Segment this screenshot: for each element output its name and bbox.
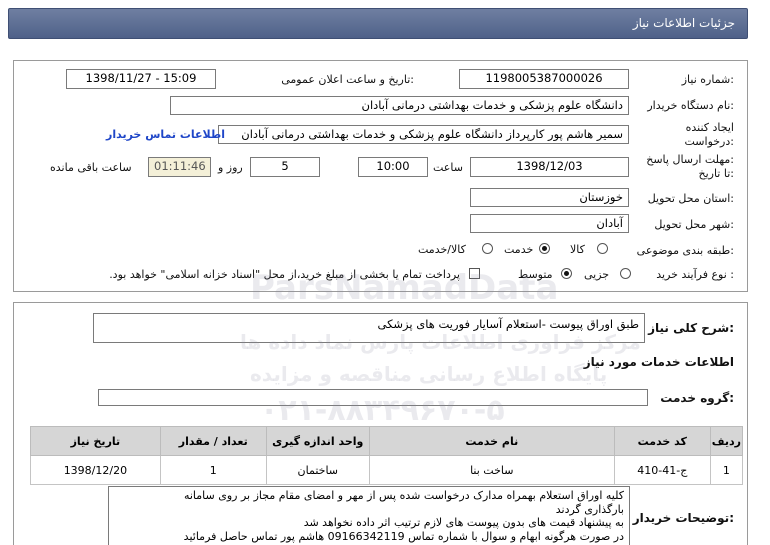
category-option-goods: کالا <box>570 243 585 256</box>
col-row-number: ردیف <box>709 426 744 456</box>
buyer-label: نام دستگاه خریدار: <box>647 99 734 112</box>
col-quantity: تعداد / مقدار <box>159 426 267 456</box>
services-table: ردیف کد خدمت نام خدمت واحد اندازه گیری ت… <box>30 426 744 485</box>
process-label: نوع فرآیند خرید : <box>656 268 734 281</box>
col-service-name: نام خدمت <box>368 426 615 456</box>
cell-quantity: 1 <box>159 455 267 485</box>
days-field: 5 <box>250 157 320 177</box>
cell-service-name: ساخت بنا <box>368 455 615 485</box>
remaining-time-field: 01:11:46 <box>148 157 211 177</box>
service-group-label: گروه خدمت: <box>660 391 734 405</box>
buyer-notes-line: بارگذاری گردند <box>555 502 624 516</box>
table-row: 1 ج-41-410 ساخت بنا ساختمان 1 1398/12/20 <box>30 455 744 485</box>
category-label: طبقه بندی موضوعی: <box>636 244 734 257</box>
cell-need-date: 1398/12/20 <box>30 455 161 485</box>
page-title: جزئیات اطلاعات نیاز <box>632 16 735 30</box>
service-group-field <box>98 389 648 406</box>
category-option-goods-service: کالا/خدمت <box>418 243 466 256</box>
contact-info-link[interactable]: اطلاعات تماس خریدار <box>106 128 225 141</box>
announce-field: 1398/11/27 - 15:09 <box>66 69 216 89</box>
province-field: خوزستان <box>470 188 629 207</box>
need-number-field: 1198005387000026 <box>459 69 629 89</box>
remaining-label: ساعت باقی مانده <box>50 161 132 174</box>
col-service-code: کد خدمت <box>613 426 711 456</box>
province-label: استان محل تحویل: <box>647 192 734 205</box>
city-field: آبادان <box>470 214 629 233</box>
creator-field: سمیر هاشم پور کارپرداز دانشگاه علوم پزشک… <box>218 125 629 144</box>
process-option-minor: جزیی <box>584 268 610 281</box>
col-need-date: تاریخ نیاز <box>30 426 161 456</box>
category-radio-goods-service[interactable] <box>482 243 493 254</box>
category-radio-service[interactable] <box>539 243 550 254</box>
buyer-notes-line: به پیشنهاد قیمت های بدون پیوست های لازم … <box>303 516 624 529</box>
category-radio-goods[interactable] <box>597 243 608 254</box>
page-header: جزئیات اطلاعات نیاز <box>8 8 748 39</box>
buyer-notes-line: در صورت هرگونه ابهام و سوال با شماره تما… <box>183 529 624 543</box>
city-label: شهر محل تحویل: <box>654 218 734 231</box>
need-number-label: شماره نیاز: <box>681 73 734 86</box>
buyer-notes-field: کلیه اوراق استعلام بهمراه مدارک درخواست … <box>108 486 630 545</box>
table-header-row: ردیف کد خدمت نام خدمت واحد اندازه گیری ت… <box>30 426 744 456</box>
buyer-notes-line: کلیه اوراق استعلام بهمراه مدارک درخواست … <box>183 489 624 502</box>
summary-label: شرح کلی نیاز: <box>648 321 734 335</box>
process-radio-minor[interactable] <box>620 268 631 279</box>
buyer-notes-label: توضیحات خریدار: <box>632 511 734 525</box>
deadline-time-field: 10:00 <box>358 157 428 177</box>
days-label: روز و <box>218 161 243 174</box>
creator-label-1: ایجاد کننده <box>685 121 734 134</box>
creator-label-2: درخواست: <box>684 135 735 148</box>
treasury-payment-note: پرداخت تمام یا بخشی از مبلغ خرید،از محل … <box>109 268 460 281</box>
process-radio-medium[interactable] <box>561 268 572 279</box>
buyer-field: دانشگاه علوم پزشکی و خدمات بهداشتی درمان… <box>170 96 629 115</box>
cell-row-number: 1 <box>709 455 744 485</box>
category-option-service: خدمت <box>504 243 534 256</box>
deadline-date-field: 1398/12/03 <box>470 157 629 177</box>
deadline-label-1: مهلت ارسال پاسخ: <box>646 153 734 166</box>
treasury-payment-checkbox[interactable] <box>469 268 480 279</box>
announce-label: تاریخ و ساعت اعلان عمومی: <box>281 73 414 86</box>
cell-unit: ساختمان <box>265 455 370 485</box>
services-heading: اطلاعات خدمات مورد نیاز <box>583 355 734 369</box>
cell-service-code: ج-41-410 <box>613 455 711 485</box>
col-unit: واحد اندازه گیری <box>265 426 370 456</box>
deadline-label-2: تا تاریخ: <box>698 167 734 180</box>
time-label: ساعت <box>433 161 463 174</box>
summary-field: طبق اوراق پیوست -استعلام آسایار فوریت ها… <box>93 313 645 343</box>
process-option-medium: متوسط <box>518 268 553 281</box>
